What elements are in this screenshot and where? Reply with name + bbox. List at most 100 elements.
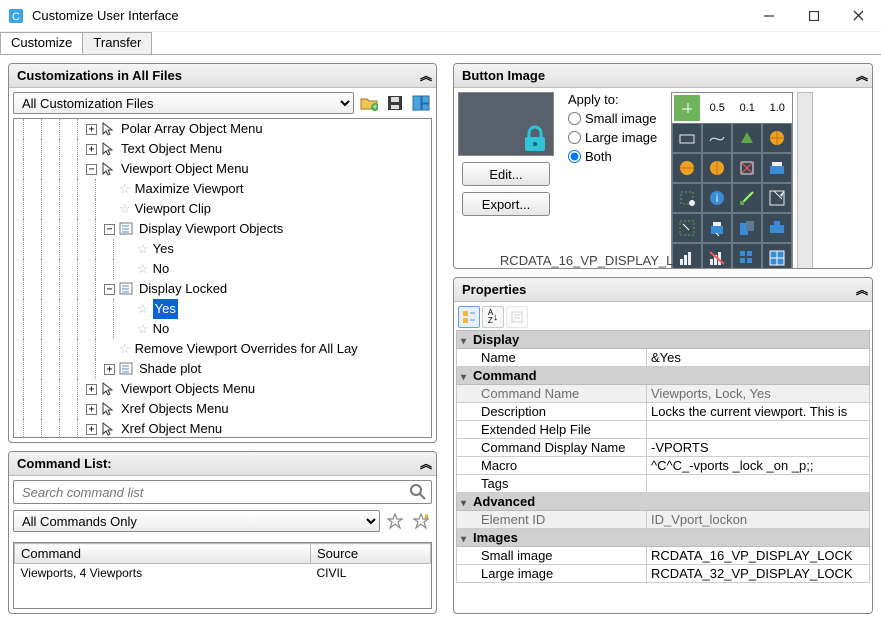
icon-grid-cell[interactable] [702,153,732,183]
tree-item[interactable]: ☆Yes [14,239,431,259]
customizations-header[interactable]: Customizations in All Files ︽ [9,64,436,88]
prop-val-limg[interactable]: RCDATA_32_VP_DISPLAY_LOCK [647,565,870,583]
expander-icon[interactable]: + [86,144,97,155]
properties-grid[interactable]: ▾Display Name&Yes ▾Command Command NameV… [456,330,870,583]
icon-grid-cell[interactable] [732,183,762,213]
open-file-icon[interactable]: + [358,92,380,114]
tree-item[interactable]: ☆Viewport Clip [14,199,431,219]
customizations-tree[interactable]: +Polar Array Object Menu+Text Object Men… [13,118,432,438]
icon-grid-cell[interactable]: i [702,183,732,213]
expander-icon[interactable]: − [104,224,115,235]
export-button[interactable]: Export... [462,192,550,216]
col-command[interactable]: Command [15,544,311,564]
alphabetical-view-button[interactable]: AZ↓ [482,306,504,328]
new-command-icon[interactable] [410,510,432,532]
categorized-view-button[interactable] [458,306,480,328]
search-icon[interactable] [409,483,427,501]
tree-item[interactable]: −Display Viewport Objects [14,219,431,239]
icon-grid[interactable]: 0.50.11.0 i [671,92,793,268]
group-display[interactable]: Display [473,332,519,347]
prop-val-tags[interactable] [647,475,870,493]
tree-item[interactable]: +Xref Objects Menu [14,399,431,419]
expander-icon[interactable]: + [86,124,97,135]
icon-grid-cell[interactable] [672,153,702,183]
svg-text:+: + [372,102,377,111]
prop-val-desc[interactable]: Locks the current viewport. This is [647,403,870,421]
icon-grid-cell[interactable]: 1.0 [762,93,792,123]
prop-val-name[interactable]: &Yes [647,349,870,367]
tree-item[interactable]: ☆No [14,259,431,279]
icon-grid-cell[interactable] [702,213,732,243]
prop-val-simg[interactable]: RCDATA_16_VP_DISPLAY_LOCK [647,547,870,565]
edit-button[interactable]: Edit... [462,162,550,186]
icon-grid-cell[interactable] [762,213,792,243]
expander-icon[interactable]: − [86,164,97,175]
prop-key-limg: Large image [457,565,647,583]
star-icon: ☆ [119,199,131,219]
tree-item[interactable]: +Viewport Objects Menu [14,379,431,399]
icon-grid-cell[interactable] [732,123,762,153]
tree-item[interactable]: ☆Remove Viewport Overrides for All Lay [14,339,431,359]
command-list-header[interactable]: Command List: ︽ [9,452,436,476]
tree-item[interactable]: ☆Maximize Viewport [14,179,431,199]
icon-grid-cell[interactable] [762,123,792,153]
expander-icon[interactable]: + [86,404,97,415]
properties-header[interactable]: Properties ︽ [454,278,872,302]
tree-item-label: Maximize Viewport [135,179,244,199]
prop-val-ext[interactable] [647,421,870,439]
tree-item[interactable]: +Xref Object Menu [14,419,431,438]
tree-item[interactable]: −Viewport Object Menu [14,159,431,179]
col-source[interactable]: Source [310,544,430,564]
expander-icon[interactable]: + [86,424,97,435]
favorite-filter-icon[interactable] [384,510,406,532]
radio-small[interactable]: Small image [568,111,657,126]
window-title: Customize User Interface [32,8,746,23]
minimize-button[interactable] [746,1,791,31]
icon-grid-cell[interactable]: 0.1 [732,93,762,123]
icon-grid-cell[interactable]: 0.5 [702,93,732,123]
maximize-button[interactable] [791,1,836,31]
prop-val-cmdname[interactable]: Viewports, Lock, Yes [647,385,870,403]
properties-panel: Properties ︽ AZ↓ ▾Display [453,277,873,614]
tree-item[interactable]: −Display Locked [14,279,431,299]
icon-grid-cell[interactable] [672,183,702,213]
prop-val-cdn[interactable]: -VPORTS [647,439,870,457]
group-command[interactable]: Command [473,368,537,383]
save-icon[interactable] [384,92,406,114]
icon-grid-cell[interactable] [762,153,792,183]
customization-filter-combo[interactable]: All Customization Files [13,92,354,114]
tree-item[interactable]: +Shade plot [14,359,431,379]
search-command-input[interactable] [20,484,409,501]
icon-grid-cell[interactable] [672,93,702,123]
icon-grid-cell[interactable] [732,153,762,183]
icon-grid-cell[interactable] [672,213,702,243]
command-filter-combo[interactable]: All Commands Only [13,510,380,532]
close-button[interactable] [836,1,881,31]
tab-transfer[interactable]: Transfer [82,32,152,54]
tree-item[interactable]: +Text Object Menu [14,139,431,159]
expander-icon[interactable]: + [86,384,97,395]
command-row[interactable]: Viewports, 4 Viewports CIVIL [15,564,431,583]
tree-item[interactable]: ☆No [14,319,431,339]
radio-large[interactable]: Large image [568,130,657,145]
group-images[interactable]: Images [473,530,518,545]
icon-grid-cell[interactable] [702,123,732,153]
command-table-wrap[interactable]: Command Source Viewports, 4 Viewports CI… [13,542,432,609]
icon-grid-scrollbar[interactable] [797,92,813,268]
prop-val-macro[interactable]: ^C^C_-vports _lock _on _p;; [647,457,870,475]
group-advanced[interactable]: Advanced [473,494,535,509]
tree-item[interactable]: ☆Yes [14,299,431,319]
tab-customize[interactable]: Customize [0,32,83,54]
expander-icon[interactable]: + [104,364,115,375]
panels-icon[interactable] [410,92,432,114]
star-icon: ☆ [119,179,131,199]
cursor-icon [101,421,117,437]
icon-grid-cell[interactable] [762,183,792,213]
tree-item[interactable]: +Polar Array Object Menu [14,119,431,139]
radio-both[interactable]: Both [568,149,657,164]
prop-val-elid[interactable]: ID_Vport_lockon [647,511,870,529]
icon-grid-cell[interactable] [672,123,702,153]
expander-icon[interactable]: − [104,284,115,295]
icon-grid-cell[interactable] [732,213,762,243]
button-image-header[interactable]: Button Image ︽ [454,64,872,88]
